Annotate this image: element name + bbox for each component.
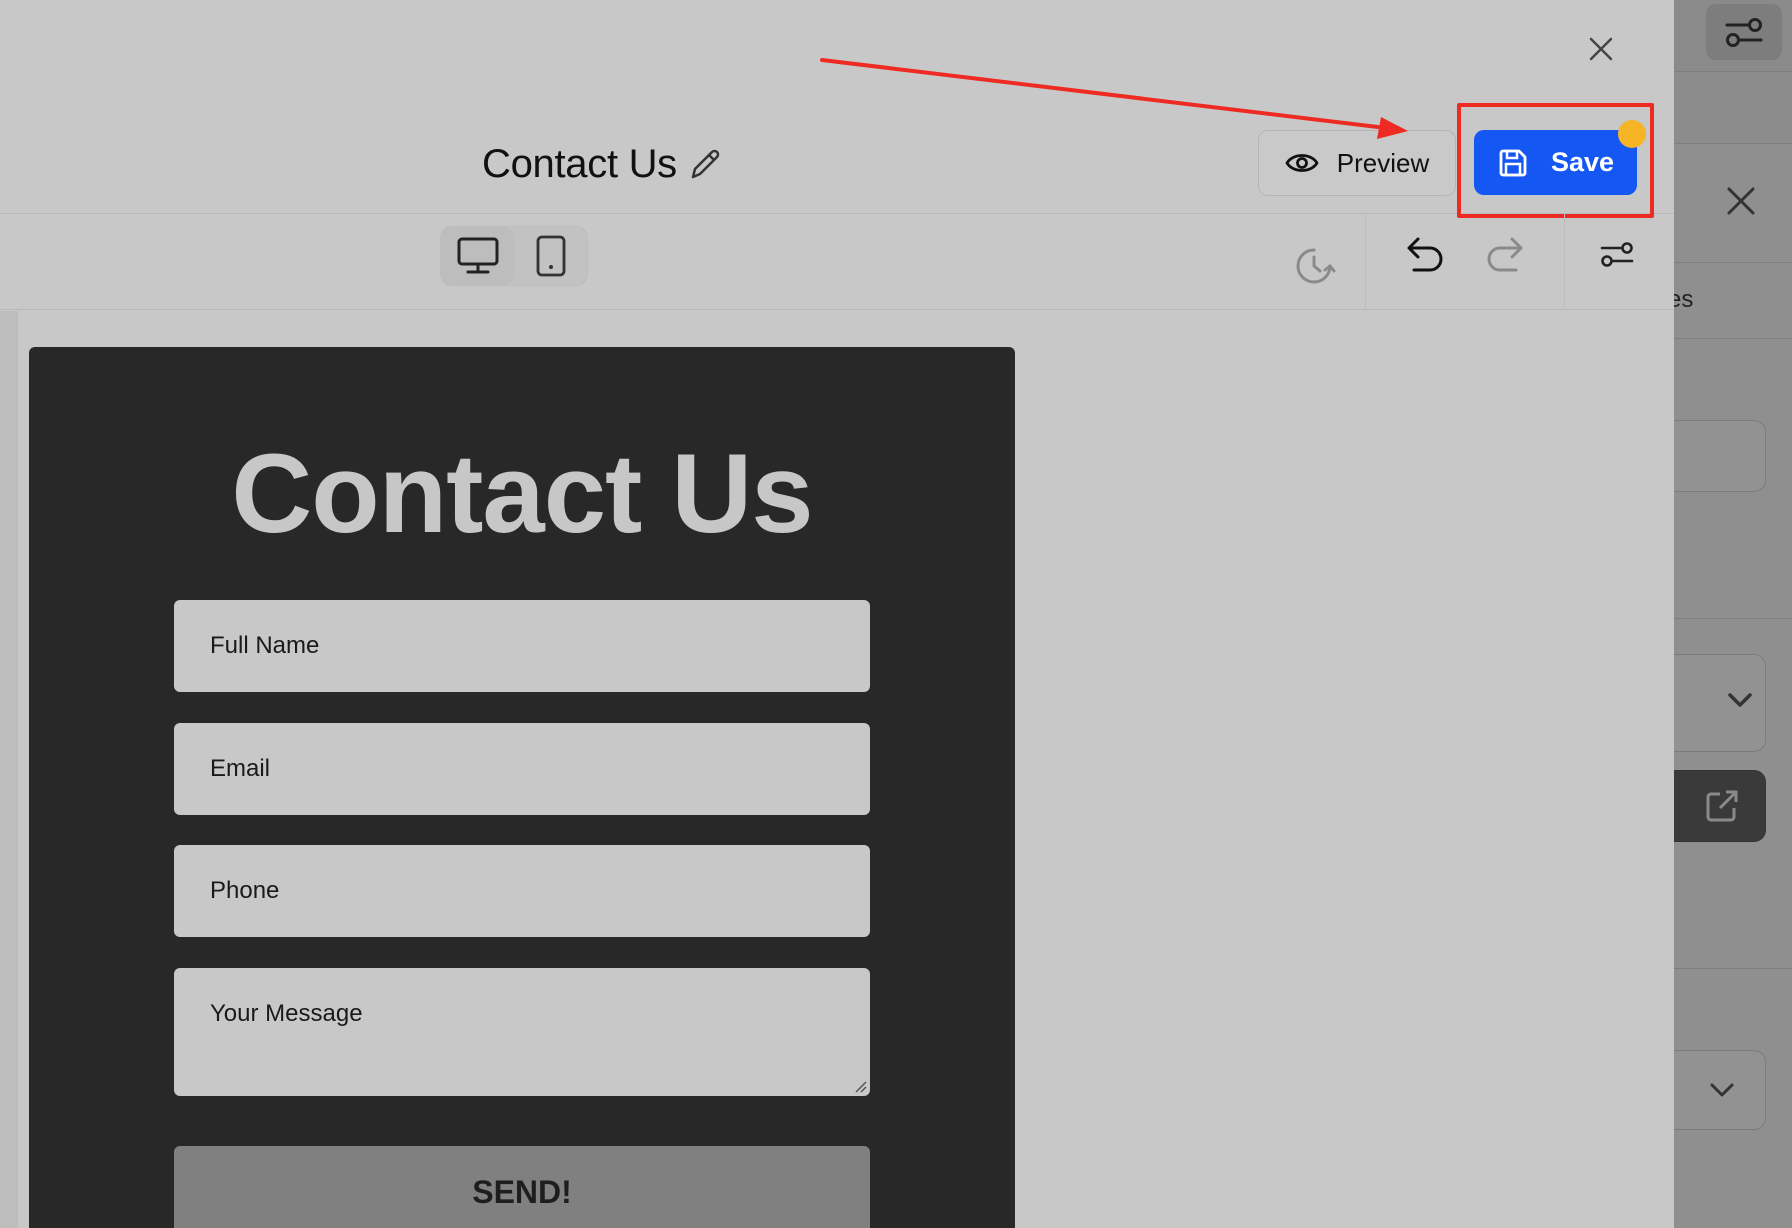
sliders-icon bbox=[1725, 18, 1763, 47]
email-field[interactable]: Email bbox=[174, 723, 870, 815]
background-panel-subbar bbox=[1674, 72, 1792, 144]
title-area: Contact Us bbox=[482, 142, 723, 187]
desktop-icon bbox=[457, 237, 498, 274]
phone-field[interactable]: Phone bbox=[174, 845, 870, 937]
history-icon[interactable] bbox=[1292, 244, 1336, 288]
toolbar-divider bbox=[1365, 214, 1366, 310]
sliders-icon[interactable] bbox=[1600, 240, 1634, 268]
page-title: Contact Us bbox=[482, 142, 677, 186]
annotation-highlight-box bbox=[1457, 103, 1654, 218]
editor-header: Contact Us Preview bbox=[0, 90, 1674, 214]
preview-button[interactable]: Preview bbox=[1258, 130, 1456, 196]
device-switcher bbox=[440, 226, 588, 286]
undo-icon[interactable] bbox=[1402, 234, 1446, 276]
background-close-icon bbox=[1727, 187, 1755, 215]
redo-icon[interactable] bbox=[1484, 234, 1528, 276]
tablet-view-button[interactable] bbox=[514, 227, 587, 285]
phone-placeholder: Phone bbox=[210, 877, 280, 904]
background-divider bbox=[1674, 338, 1792, 339]
send-button[interactable]: SEND! bbox=[174, 1146, 870, 1228]
form-heading[interactable]: Contact Us bbox=[29, 429, 1015, 558]
background-side-panel bbox=[1674, 0, 1792, 1228]
eye-icon bbox=[1285, 154, 1319, 172]
contact-form-section[interactable]: Contact Us Full Name Email Phone Your Me… bbox=[29, 347, 1015, 1228]
chevron-down-icon bbox=[1728, 693, 1752, 707]
full-name-field[interactable]: Full Name bbox=[174, 600, 870, 692]
background-divider bbox=[1674, 968, 1792, 969]
desktop-view-button[interactable] bbox=[441, 227, 514, 285]
background-input bbox=[1660, 420, 1766, 492]
chevron-down-icon bbox=[1710, 1083, 1734, 1097]
message-placeholder: Your Message bbox=[210, 1000, 363, 1027]
form-editor-modal: Contact Us Preview Save Contact Us Full … bbox=[0, 0, 1674, 1228]
full-name-placeholder: Full Name bbox=[210, 632, 320, 659]
toolbar-divider bbox=[1564, 214, 1565, 310]
pencil-icon[interactable] bbox=[687, 147, 723, 183]
email-placeholder: Email bbox=[210, 755, 271, 782]
tablet-icon bbox=[536, 235, 565, 277]
close-icon[interactable] bbox=[1586, 34, 1616, 64]
background-divider bbox=[1674, 618, 1792, 619]
background-divider bbox=[1674, 262, 1792, 263]
message-textarea[interactable]: Your Message bbox=[174, 968, 870, 1096]
canvas-edge bbox=[0, 311, 18, 1228]
resize-handle-icon[interactable] bbox=[852, 1078, 868, 1094]
editor-toolbar bbox=[0, 214, 1674, 310]
preview-label: Preview bbox=[1336, 147, 1430, 178]
background-filter-button bbox=[1706, 4, 1782, 60]
external-link-icon bbox=[1706, 790, 1738, 822]
